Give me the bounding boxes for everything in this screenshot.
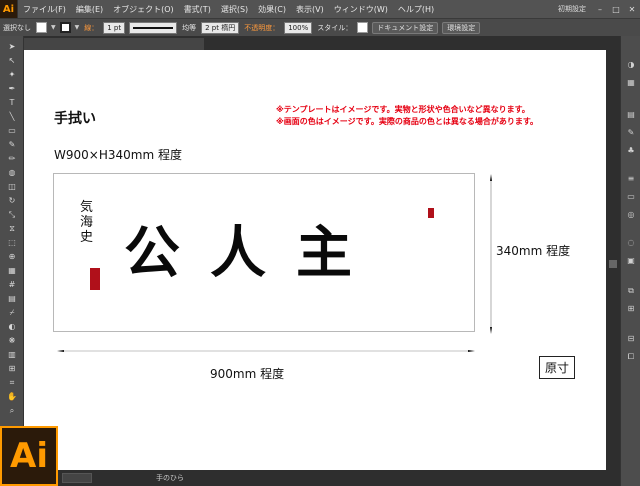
- shape-builder-tool-icon[interactable]: ⊕: [4, 252, 20, 262]
- menu-bar: Ai ファイル(F) 編集(E) オブジェクト(O) 書式(T) 選択(S) 効…: [0, 0, 640, 18]
- maximize-icon[interactable]: □: [608, 5, 624, 14]
- mesh-tool-icon[interactable]: #: [4, 280, 20, 290]
- chevron-down-icon[interactable]: ▼: [51, 24, 56, 31]
- right-panel-dock: ◑ ▦ ▤ ✎ ♣ ≡ ▭ ◎ ◌ ▣ ⧉ ⊞ ⊟ ⧠: [620, 36, 640, 486]
- menu-object[interactable]: オブジェクト(O): [108, 4, 179, 15]
- height-dimension-arrow: [490, 174, 492, 334]
- artboard-canvas[interactable]: 手拭い W900×H340mm 程度 ※テンプレートはイメージです。実物と形状や…: [24, 50, 606, 470]
- magic-wand-tool-icon[interactable]: ✦: [4, 70, 20, 80]
- menu-type[interactable]: 書式(T): [179, 4, 216, 15]
- color-notice: ※画面の色はイメージです。実際の商品の色とは異なる場合があります。: [276, 117, 539, 126]
- style-swatch[interactable]: [357, 22, 369, 33]
- opacity-label[interactable]: 不透明度：: [241, 23, 282, 33]
- illustrator-logo-icon: Ai: [0, 426, 58, 486]
- workspace-switcher[interactable]: 初期設定: [552, 4, 592, 14]
- illustrator-window: Ai ファイル(F) 編集(E) オブジェクト(O) 書式(T) 選択(S) 効…: [0, 0, 640, 486]
- direct-selection-tool-icon[interactable]: ↖: [4, 56, 20, 66]
- status-bar: 手のひら: [24, 470, 620, 486]
- gradient-tool-icon[interactable]: ▤: [4, 294, 20, 304]
- brushes-icon[interactable]: ✎: [625, 128, 637, 138]
- opacity-field[interactable]: 100%: [284, 21, 313, 34]
- hand-tool-icon[interactable]: ✋: [4, 392, 20, 402]
- menu-file[interactable]: ファイル(F): [18, 4, 71, 15]
- preferences-button[interactable]: 環境設定: [442, 21, 481, 34]
- artboard-nav[interactable]: [62, 473, 92, 483]
- size-label: W900×H340mm 程度: [54, 148, 182, 162]
- tools-panel: ➤ ↖ ✦ ✒ T ╲ ▭ ✎ ✏ ◍ ◫ ↻ ⤡ ⧖ ⬚ ⊕ ▦ # ▤ ⌿ …: [0, 36, 24, 436]
- signature: 気海史: [80, 200, 94, 245]
- brush-tool-icon[interactable]: ✎: [4, 140, 20, 150]
- height-label: 340mm 程度: [496, 244, 571, 258]
- artboard-tool-icon[interactable]: ⊞: [4, 364, 20, 374]
- color-panel-icon[interactable]: ◑: [625, 60, 637, 70]
- menu-effect[interactable]: 効果(C): [253, 4, 291, 15]
- scale-tool-icon[interactable]: ⤡: [4, 210, 20, 220]
- document-tab-bar: [24, 36, 620, 50]
- layers-icon[interactable]: ⧉: [625, 286, 637, 296]
- menu-window[interactable]: ウィンドウ(W): [329, 4, 393, 15]
- control-bar: 選択なし ▼ ▼ 線： 1 pt 均等 2 pt 楕円 不透明度： 100% ス…: [0, 18, 640, 36]
- swatches-icon[interactable]: ▤: [625, 110, 637, 120]
- color-guide-icon[interactable]: ▦: [625, 78, 637, 88]
- symbol-sprayer-tool-icon[interactable]: ❋: [4, 336, 20, 346]
- app-logo-icon: Ai: [0, 0, 18, 18]
- eraser-tool-icon[interactable]: ◫: [4, 182, 20, 192]
- selection-tool-icon[interactable]: ➤: [4, 42, 20, 52]
- vertical-scrollbar[interactable]: [606, 50, 620, 470]
- rotate-tool-icon[interactable]: ↻: [4, 196, 20, 206]
- stroke-profile-label[interactable]: 均等: [179, 23, 199, 33]
- calligraphy-text: 公人主: [124, 220, 382, 286]
- current-tool-status[interactable]: 手のひら: [152, 473, 188, 483]
- width-label: 900mm 程度: [210, 367, 285, 381]
- chevron-down-icon[interactable]: ▼: [75, 24, 80, 31]
- align-icon[interactable]: ⊟: [625, 334, 637, 344]
- template-notice: ※テンプレートはイメージです。実物と形状や色合いなど異なります。: [276, 105, 530, 114]
- fill-swatch[interactable]: [36, 22, 47, 33]
- signature-seal: [90, 268, 100, 290]
- menu-view[interactable]: 表示(V): [291, 4, 329, 15]
- eyedropper-tool-icon[interactable]: ⌿: [4, 308, 20, 318]
- rectangle-tool-icon[interactable]: ▭: [4, 126, 20, 136]
- menu-select[interactable]: 選択(S): [216, 4, 253, 15]
- document-tab[interactable]: [24, 38, 204, 50]
- minimize-icon[interactable]: –: [592, 5, 608, 14]
- stroke-weight-field[interactable]: 1 pt: [103, 21, 126, 34]
- line-tool-icon[interactable]: ╲: [4, 112, 20, 122]
- pathfinder-icon[interactable]: ⧠: [625, 352, 637, 362]
- zoom-tool-icon[interactable]: ⌕: [4, 406, 20, 416]
- brush-definition-field[interactable]: 2 pt 楕円: [201, 21, 240, 34]
- style-label: スタイル：: [317, 23, 353, 32]
- symbols-icon[interactable]: ♣: [625, 146, 637, 156]
- stroke-panel-icon[interactable]: ≡: [625, 174, 637, 184]
- document-setup-button[interactable]: ドキュメント設定: [372, 21, 439, 34]
- pencil-tool-icon[interactable]: ✏: [4, 154, 20, 164]
- free-transform-tool-icon[interactable]: ⬚: [4, 238, 20, 248]
- stroke-swatch[interactable]: [59, 22, 71, 33]
- menu-edit[interactable]: 編集(E): [71, 4, 108, 15]
- corner-seal: [428, 208, 434, 218]
- graphic-styles-icon[interactable]: ▣: [625, 256, 637, 266]
- type-tool-icon[interactable]: T: [4, 98, 20, 108]
- towel-template: 気海史 公人主: [53, 173, 475, 332]
- blend-tool-icon[interactable]: ◐: [4, 322, 20, 332]
- actual-size-badge: 原寸: [539, 356, 576, 379]
- scroll-thumb[interactable]: [609, 260, 617, 268]
- transparency-icon[interactable]: ◎: [625, 210, 637, 220]
- pen-tool-icon[interactable]: ✒: [4, 84, 20, 94]
- selection-status: 選択なし: [3, 23, 31, 32]
- menu-help[interactable]: ヘルプ(H): [393, 4, 439, 15]
- gradient-panel-icon[interactable]: ▭: [625, 192, 637, 202]
- stroke-label[interactable]: 線：: [81, 23, 101, 33]
- slice-tool-icon[interactable]: ⌗: [4, 378, 20, 388]
- close-icon[interactable]: ✕: [624, 5, 640, 14]
- blob-brush-tool-icon[interactable]: ◍: [4, 168, 20, 178]
- appearance-icon[interactable]: ◌: [625, 238, 637, 248]
- column-graph-tool-icon[interactable]: ▥: [4, 350, 20, 360]
- perspective-grid-tool-icon[interactable]: ▦: [4, 266, 20, 276]
- page-title: 手拭い: [54, 111, 96, 127]
- width-tool-icon[interactable]: ⧖: [4, 224, 20, 234]
- artboards-icon[interactable]: ⊞: [625, 304, 637, 314]
- stroke-profile-preview[interactable]: [129, 21, 178, 34]
- width-dimension-arrow: [57, 350, 475, 352]
